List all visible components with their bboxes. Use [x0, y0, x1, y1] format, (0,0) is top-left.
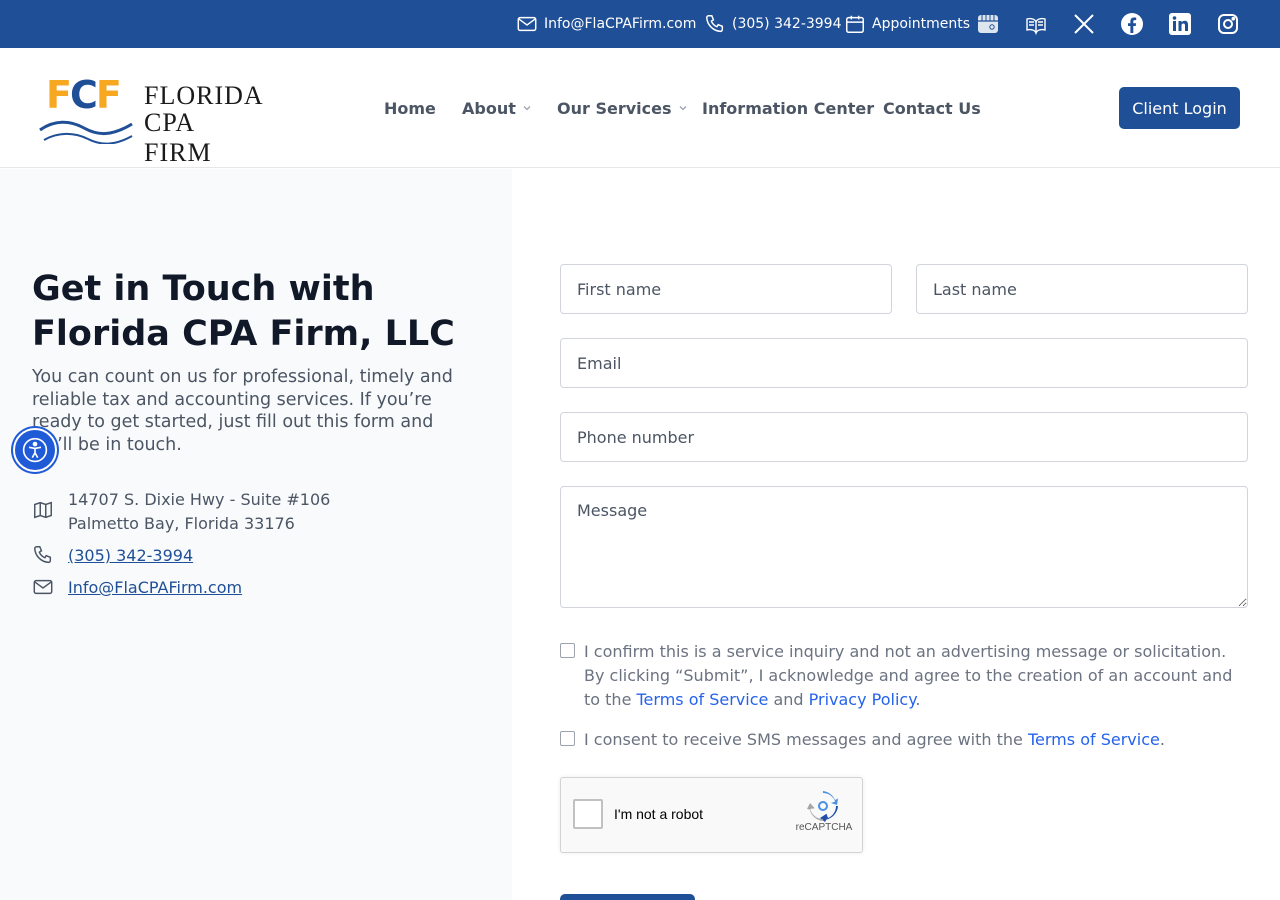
- sms-consent-checkbox[interactable]: [560, 731, 575, 746]
- top-bar: Info@FlaCPAFirm.com (305) 342-3994 Appoi…: [0, 0, 1280, 48]
- recaptcha-widget: I'm not a robot reCAPTCHA: [560, 777, 863, 853]
- email-row: Info@FlaCPAFirm.com: [32, 576, 242, 600]
- consent1-end: .: [915, 690, 921, 709]
- chevron-down-icon: [523, 106, 531, 111]
- mail-icon: [517, 16, 537, 32]
- recaptcha-label: I'm not a robot: [614, 806, 704, 822]
- map-icon: [34, 501, 52, 519]
- address-line1: 14707 S. Dixie Hwy - Suite #106: [68, 490, 331, 509]
- page-title: Get in Touch with Florida CPA Firm, LLC: [32, 267, 472, 357]
- recaptcha-brand: reCAPTCHA: [795, 822, 853, 833]
- topbar-appointments-link[interactable]: Appointments: [844, 0, 970, 48]
- topbar-email-text: Info@FlaCPAFirm.com: [544, 16, 697, 32]
- instagram-icon[interactable]: [1216, 12, 1240, 36]
- logo-line2: CPA FIRM: [144, 108, 212, 167]
- address-text: 14707 S. Dixie Hwy - Suite #106 Palmetto…: [68, 488, 330, 536]
- chevron-down-icon: [679, 106, 686, 111]
- facebook-icon[interactable]: [1120, 12, 1144, 36]
- contact-phone-link[interactable]: (305) 342-3994: [68, 544, 193, 568]
- google-business-icon[interactable]: [976, 12, 1000, 36]
- nav-home-label: Home: [384, 98, 436, 118]
- recaptcha-checkbox[interactable]: [573, 799, 603, 829]
- yelp-icon[interactable]: [1024, 12, 1048, 36]
- topbar-phone-text: (305) 342-3994: [732, 16, 842, 32]
- logo-mark: FCF: [46, 73, 122, 117]
- contact-info-panel: Get in Touch with Florida CPA Firm, LLC …: [0, 169, 512, 900]
- consent2-end: .: [1159, 730, 1165, 749]
- site-header: FCF FLORIDA CPA FIRM Home About Our Serv…: [0, 48, 1280, 168]
- service-inquiry-checkbox[interactable]: [560, 643, 575, 658]
- last-name-input[interactable]: [916, 264, 1248, 314]
- nav-information-center[interactable]: Information Center: [702, 48, 874, 168]
- intro-text: You can count on us for professional, ti…: [32, 367, 453, 455]
- address-line2: Palmetto Bay, Florida 33176: [68, 514, 295, 533]
- privacy-policy-link[interactable]: Privacy Policy: [809, 690, 916, 709]
- page-title-line1: Get in Touch with: [32, 269, 375, 309]
- nav-our-services[interactable]: Our Services: [557, 48, 688, 168]
- nav-about[interactable]: About: [462, 48, 532, 168]
- phone-icon: [34, 546, 52, 564]
- message-textarea[interactable]: [560, 486, 1248, 608]
- terms-of-service-link[interactable]: Terms of Service: [637, 690, 769, 709]
- address-row: 14707 S. Dixie Hwy - Suite #106 Palmetto…: [32, 488, 330, 536]
- nav-home[interactable]: Home: [384, 48, 436, 168]
- recaptcha-logo-icon: [807, 791, 838, 822]
- sms-consent: I consent to receive SMS messages and ag…: [584, 728, 1244, 752]
- service-inquiry-consent: I confirm this is a service inquiry and …: [584, 640, 1244, 712]
- nav-information-center-label: Information Center: [702, 98, 875, 118]
- sms-terms-of-service-link[interactable]: Terms of Service: [1028, 730, 1160, 749]
- accessibility-button[interactable]: [13, 428, 57, 472]
- page-title-line2: Florida CPA Firm, LLC: [32, 314, 455, 354]
- nav-our-services-label: Our Services: [557, 98, 672, 118]
- nav-about-label: About: [462, 98, 516, 118]
- topbar-appointments-text: Appointments: [872, 16, 971, 32]
- consent2-text: I consent to receive SMS messages and ag…: [584, 730, 1023, 749]
- accessibility-icon: [22, 437, 48, 463]
- contact-email-link[interactable]: Info@FlaCPAFirm.com: [68, 576, 242, 600]
- phone-row: (305) 342-3994: [32, 544, 193, 568]
- mail-icon: [33, 579, 53, 595]
- nav-contact-us[interactable]: Contact Us: [883, 48, 981, 168]
- topbar-phone-link[interactable]: (305) 342-3994: [704, 0, 842, 48]
- consent1-and: and: [773, 690, 804, 709]
- calendar-icon: [846, 15, 864, 33]
- first-name-input[interactable]: [560, 264, 892, 314]
- site-logo[interactable]: FCF FLORIDA CPA FIRM: [38, 72, 263, 167]
- submit-button[interactable]: [560, 894, 695, 900]
- phone-icon: [706, 15, 724, 33]
- email-input[interactable]: [560, 338, 1248, 388]
- topbar-email-link[interactable]: Info@FlaCPAFirm.com: [516, 0, 696, 48]
- client-login-button[interactable]: Client Login: [1119, 87, 1240, 129]
- x-icon[interactable]: [1072, 12, 1096, 36]
- linkedin-icon[interactable]: [1168, 12, 1192, 36]
- logo-line1: FLORIDA: [144, 81, 264, 110]
- phone-number-input[interactable]: [560, 412, 1248, 462]
- nav-contact-us-label: Contact Us: [883, 98, 981, 118]
